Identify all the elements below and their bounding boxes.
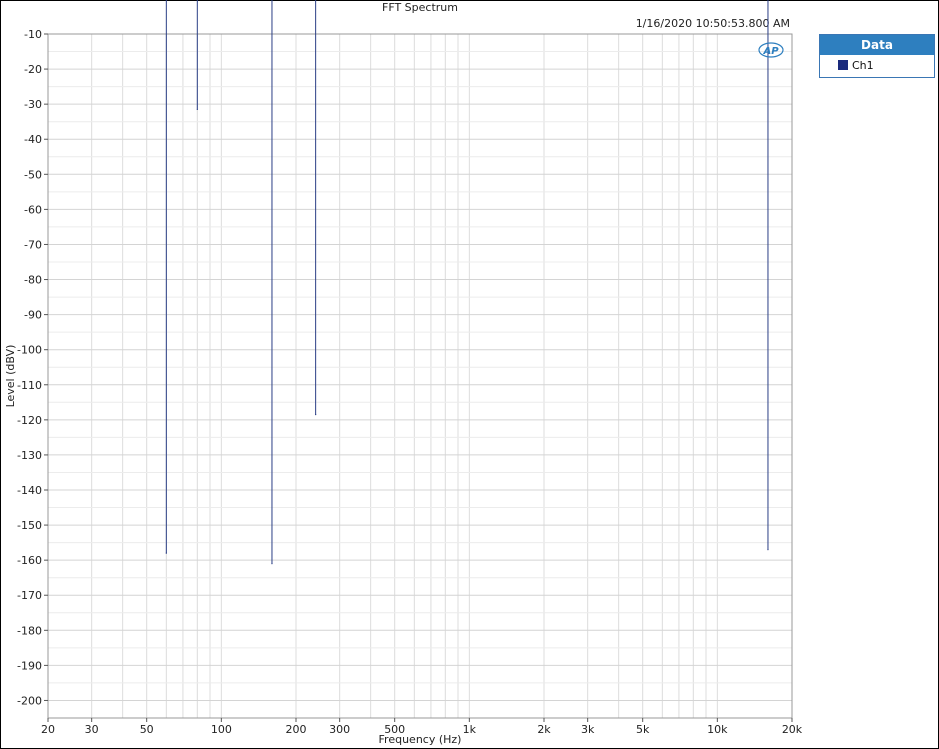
legend-item-ch1[interactable]: Ch1	[820, 55, 934, 75]
series-line-ch1	[165, 0, 769, 565]
x-tick-label: 50	[140, 723, 154, 736]
x-tick-label: 20k	[782, 723, 803, 736]
legend-header: Data	[820, 35, 934, 55]
y-tick-label: -140	[17, 484, 42, 497]
y-axis-ticks: -10 -20 -30 -40 -50 -60 -70 -80 -90 -100 -110 -120 -…	[17, 28, 48, 707]
y-tick-label: -150	[17, 519, 42, 532]
y-tick-label: -200	[17, 694, 42, 707]
y-tick-label: -20	[24, 63, 42, 76]
y-tick-label: -160	[17, 554, 42, 567]
y-tick-label: -170	[17, 589, 42, 602]
x-tick-label: 1k	[463, 723, 477, 736]
chart-svg: FFT Spectrum 1/16/2020 10:50:53.800 AM -…	[4, 0, 803, 746]
y-tick-label: -100	[17, 344, 42, 357]
peak-point	[196, 108, 198, 111]
y-tick-label: -40	[24, 133, 42, 146]
x-tick-label: 5k	[636, 723, 650, 736]
y-tick-label: -110	[17, 379, 42, 392]
y-tick-label: -80	[24, 274, 42, 287]
grid	[47, 33, 793, 719]
x-tick-label: 300	[329, 723, 350, 736]
peak-point	[767, 549, 769, 551]
y-tick-label: -130	[17, 449, 42, 462]
y-axis-label: Level (dBV)	[4, 345, 17, 408]
x-tick-label: 3k	[581, 723, 595, 736]
y-tick-label: -30	[24, 98, 42, 111]
legend: Data Ch1	[819, 34, 935, 78]
chart-title: FFT Spectrum	[382, 1, 458, 14]
plot-area	[47, 33, 793, 719]
y-tick-label: -60	[24, 203, 42, 216]
x-tick-label: 100	[211, 723, 232, 736]
x-tick-label: 2k	[537, 723, 551, 736]
x-tick-label: 20	[41, 723, 55, 736]
y-tick-label: -180	[17, 624, 42, 637]
x-axis-label: Frequency (Hz)	[379, 733, 462, 746]
legend-swatch	[838, 60, 848, 70]
peak-point	[165, 552, 167, 554]
chart-timestamp: 1/16/2020 10:50:53.800 AM	[636, 17, 790, 30]
x-tick-label: 10k	[707, 723, 728, 736]
series-ch1	[165, 0, 769, 565]
peak-point	[315, 413, 317, 416]
peak-point	[271, 563, 273, 565]
ap-logo-text: AP	[762, 46, 779, 57]
y-tick-label: -10	[24, 28, 42, 41]
y-tick-label: -50	[24, 168, 42, 181]
y-tick-label: -120	[17, 414, 42, 427]
y-tick-label: -190	[17, 659, 42, 672]
legend-item-label: Ch1	[852, 58, 874, 72]
x-tick-label: 200	[286, 723, 307, 736]
y-tick-label: -90	[24, 309, 42, 322]
x-tick-label: 30	[85, 723, 99, 736]
ap-logo: AP	[758, 42, 784, 58]
y-tick-label: -70	[24, 238, 42, 251]
